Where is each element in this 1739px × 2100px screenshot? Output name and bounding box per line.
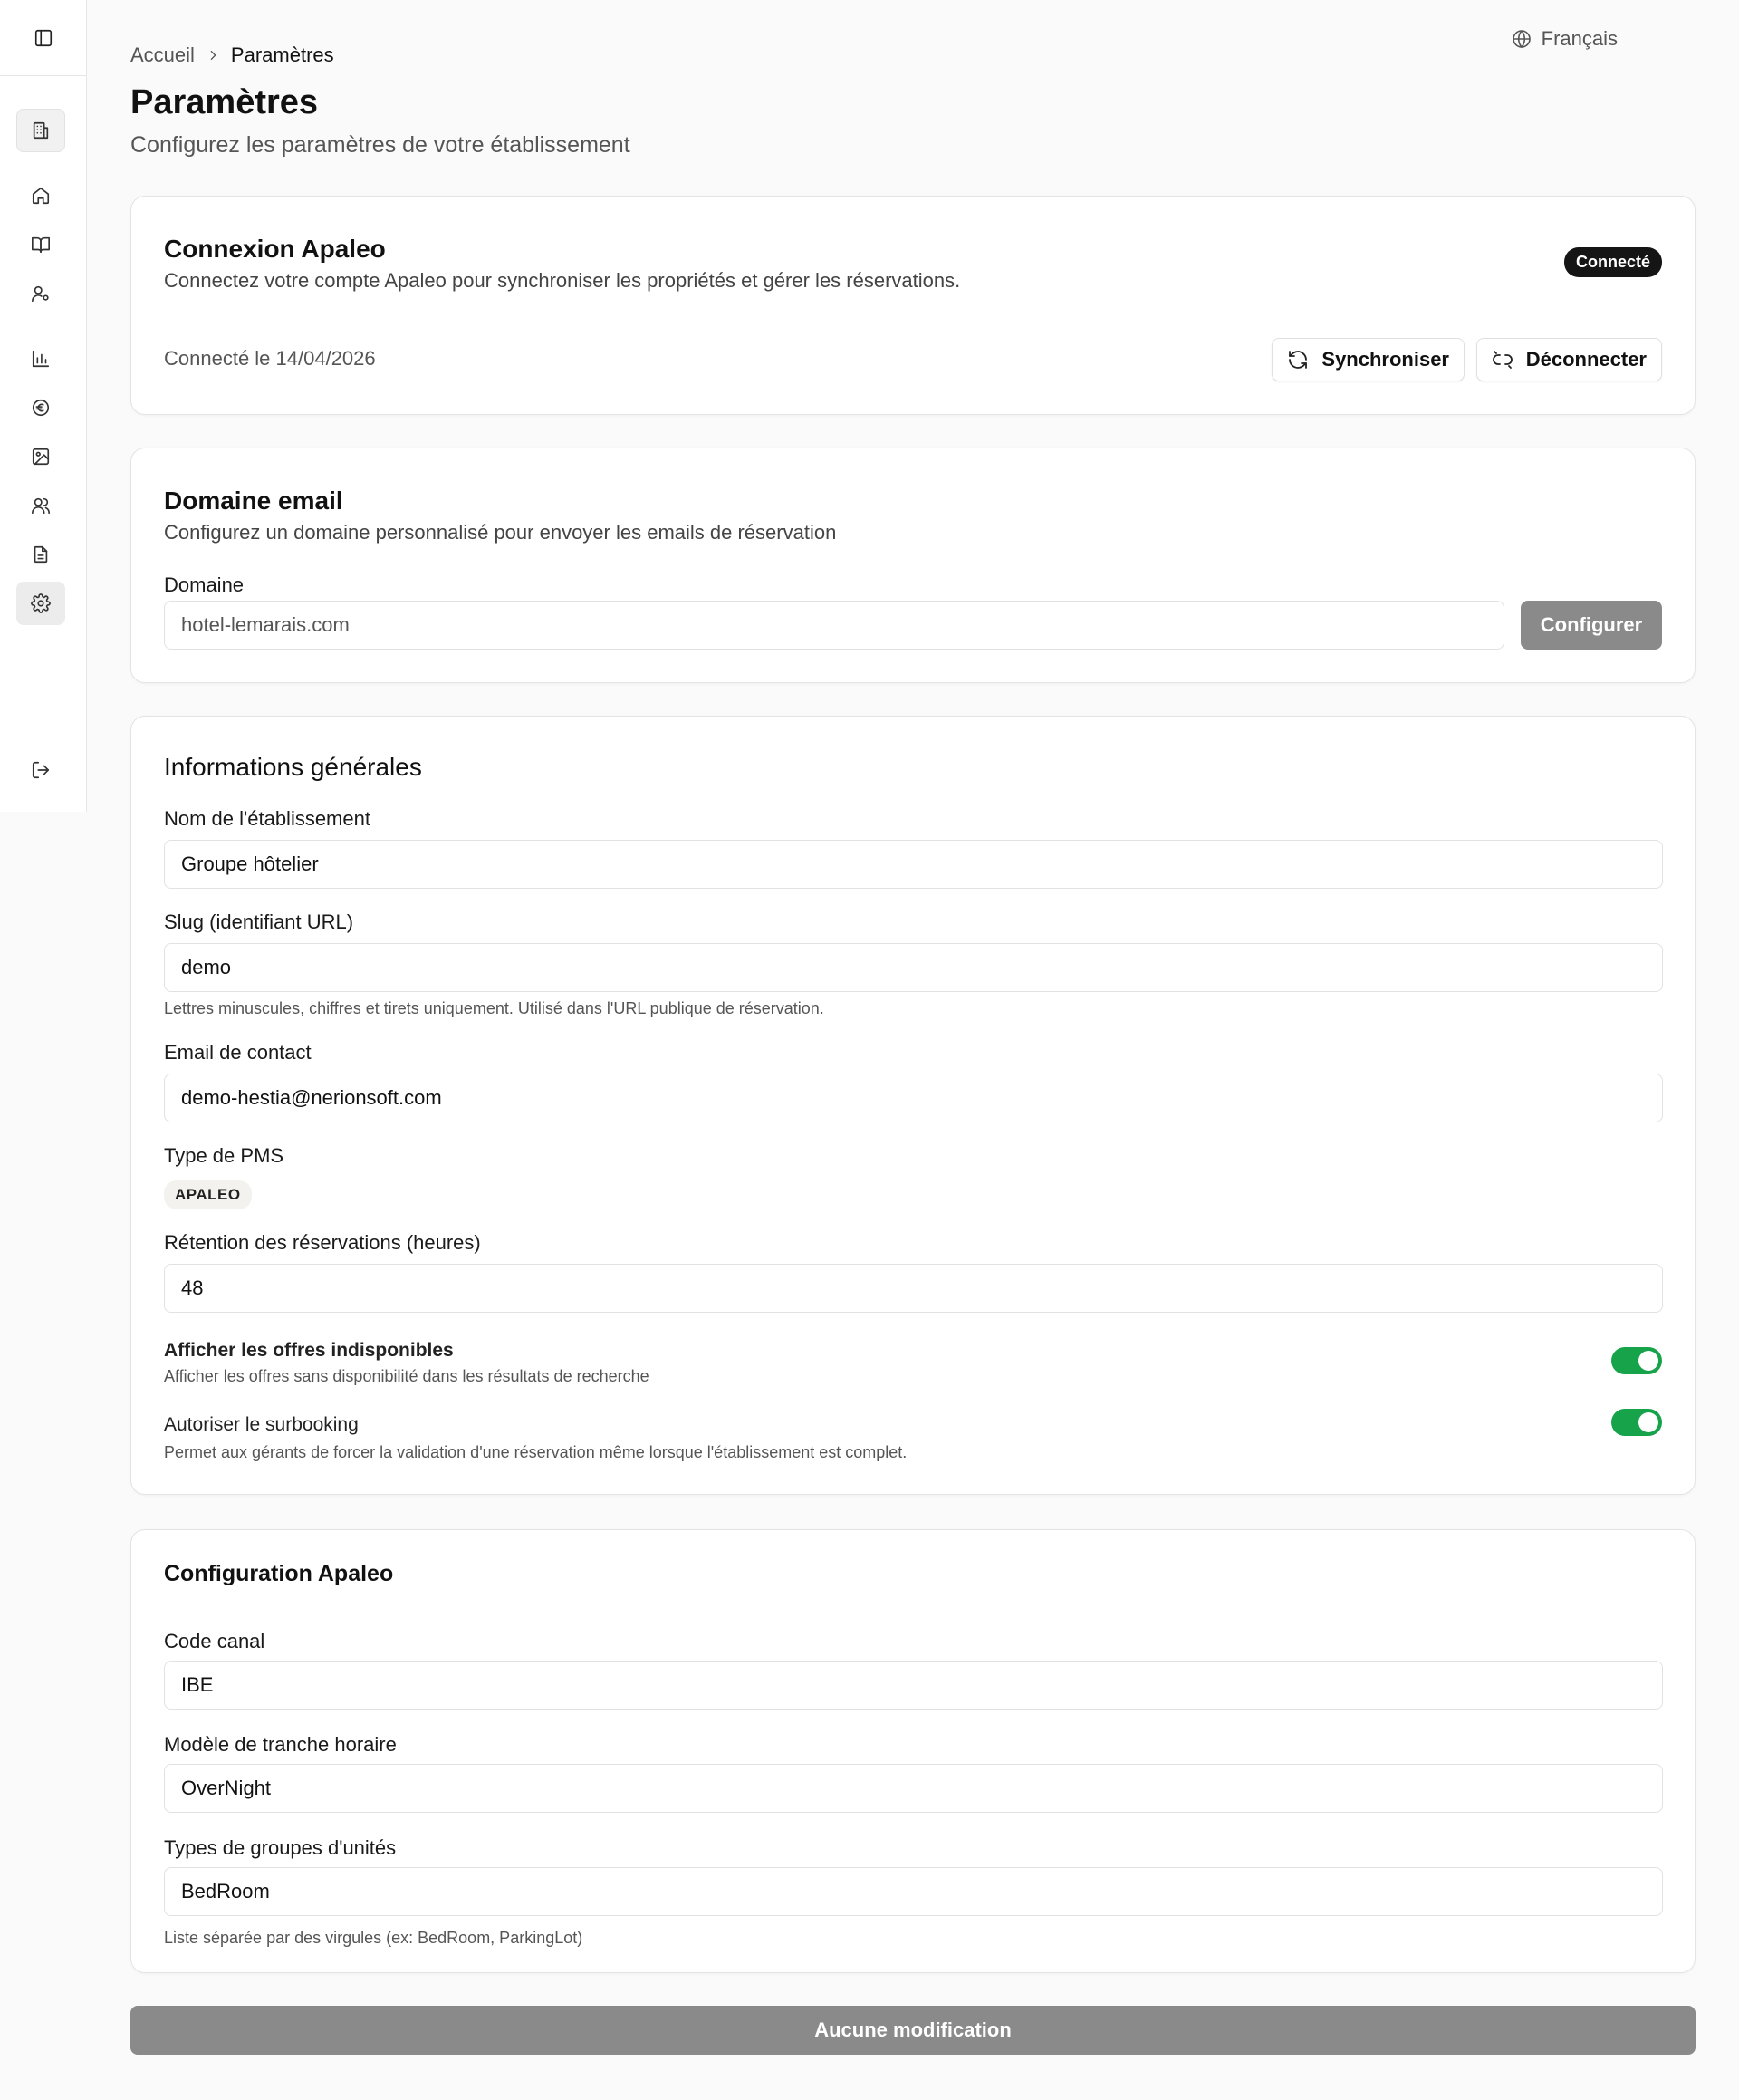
email-domain-title: Domaine email	[164, 486, 343, 515]
pms-type-badge: APALEO	[164, 1180, 252, 1209]
channel-code-input[interactable]: IBE	[164, 1661, 1663, 1710]
domain-label: Domaine	[164, 573, 245, 596]
logout-icon	[32, 761, 50, 779]
language-selector[interactable]: Français	[1511, 27, 1618, 51]
language-label: Français	[1541, 27, 1618, 50]
apaleo-config-title: Configuration Apaleo	[164, 1561, 394, 1586]
globe-icon	[1512, 30, 1531, 49]
show-unavailable-title: Afficher les offres indisponibles	[164, 1340, 454, 1361]
chevron-right-icon	[210, 50, 216, 61]
apaleo-connection-description: Connectez votre compte Apaleo pour synch…	[164, 269, 961, 292]
sidebar-toggle-button[interactable]	[25, 20, 62, 56]
pms-type-label: Type de PMS	[164, 1144, 284, 1167]
slug-input[interactable]: demo	[164, 943, 1663, 992]
retention-label: Rétention des réservations (heures)	[164, 1231, 481, 1254]
email-domain-card: Domaine email Configurez un domaine pers…	[130, 448, 1696, 683]
retention-input[interactable]: 48	[164, 1264, 1663, 1313]
refresh-icon	[1289, 351, 1308, 369]
apaleo-connection-title: Connexion Apaleo	[164, 235, 386, 263]
sidebar-item-users[interactable]	[16, 484, 65, 527]
sidebar-item-statistics[interactable]	[16, 337, 65, 381]
slug-help: Lettres minuscules, chiffres et tirets u…	[164, 999, 824, 1017]
page-subtitle: Configurez les paramètres de votre établ…	[130, 132, 630, 158]
sidebar-item-bookings[interactable]	[16, 223, 65, 266]
contact-email-input[interactable]: demo-hestia@nerionsoft.com	[164, 1074, 1663, 1122]
unit-groups-label: Types de groupes d'unités	[164, 1836, 397, 1859]
disconnect-label: Déconnecter	[1525, 348, 1647, 371]
unit-groups-input[interactable]: BedRoom	[164, 1867, 1663, 1916]
sidebar-item-settings[interactable]	[16, 582, 65, 625]
configure-button[interactable]: Configurer	[1521, 601, 1662, 650]
sidebar-item-user-settings[interactable]	[16, 272, 65, 315]
show-unavailable-description: Afficher les offres sans disponibilité d…	[164, 1367, 649, 1385]
time-slice-input[interactable]: OverNight	[164, 1764, 1663, 1813]
bar-chart-icon	[32, 350, 50, 368]
breadcrumb-home[interactable]: Accueil	[130, 43, 195, 67]
breadcrumb: Accueil Paramètres	[130, 43, 334, 67]
sidebar-item-home[interactable]	[16, 174, 65, 217]
logout-button[interactable]	[16, 748, 65, 792]
sidebar-item-media[interactable]	[16, 435, 65, 478]
time-slice-label: Modèle de tranche horaire	[164, 1733, 397, 1756]
sidebar-item-pricing[interactable]	[16, 386, 65, 429]
channel-code-label: Code canal	[164, 1630, 265, 1652]
sidebar	[0, 0, 87, 812]
overbooking-description: Permet aux gérants de forcer la validati…	[164, 1443, 908, 1461]
email-domain-description: Configurez un domaine personnalisé pour …	[164, 521, 837, 544]
user-cog-icon	[32, 285, 49, 303]
users-icon	[32, 497, 50, 515]
contact-email-label: Email de contact	[164, 1041, 312, 1064]
building-icon	[33, 121, 49, 140]
show-unavailable-toggle[interactable]	[1611, 1347, 1662, 1374]
page-title: Paramètres	[130, 83, 319, 121]
sync-label: Synchroniser	[1321, 348, 1449, 371]
slug-label: Slug (identifiant URL)	[164, 910, 354, 933]
sidebar-item-establishment[interactable]	[16, 109, 65, 152]
breadcrumb-current: Paramètres	[230, 43, 334, 66]
sidebar-header	[0, 0, 86, 76]
file-text-icon	[34, 545, 48, 564]
apaleo-config-card: Configuration Apaleo Code canal IBE Modè…	[130, 1529, 1696, 1973]
disconnect-button[interactable]: Déconnecter	[1475, 338, 1662, 381]
connected-date: Connecté le 14/04/2026	[164, 347, 376, 370]
overbooking-title: Autoriser le surbooking	[164, 1414, 359, 1435]
image-icon	[32, 448, 50, 466]
sidebar-item-documents[interactable]	[16, 533, 65, 576]
book-open-icon	[32, 236, 50, 254]
sync-button[interactable]: Synchroniser	[1272, 338, 1465, 381]
home-icon	[32, 187, 50, 205]
establishment-name-label: Nom de l'établissement	[164, 807, 370, 830]
apaleo-connection-card: Connexion Apaleo Connectez votre compte …	[130, 196, 1696, 415]
overbooking-toggle[interactable]	[1611, 1409, 1662, 1436]
save-button[interactable]: Aucune modification	[130, 2006, 1696, 2055]
general-info-card: Informations générales Nom de l'établiss…	[130, 716, 1696, 1495]
domain-input[interactable]: hotel-lemarais.com	[164, 601, 1504, 650]
sidebar-toggle-icon	[34, 29, 52, 46]
status-badge: Connecté	[1563, 247, 1662, 277]
unlink-icon	[1492, 351, 1513, 369]
general-info-title: Informations générales	[164, 753, 422, 781]
euro-icon	[32, 399, 50, 417]
unit-groups-help: Liste séparée par des virgules (ex: BedR…	[164, 1929, 583, 1947]
establishment-name-input[interactable]: Groupe hôtelier	[164, 840, 1663, 889]
settings-icon	[31, 593, 51, 613]
